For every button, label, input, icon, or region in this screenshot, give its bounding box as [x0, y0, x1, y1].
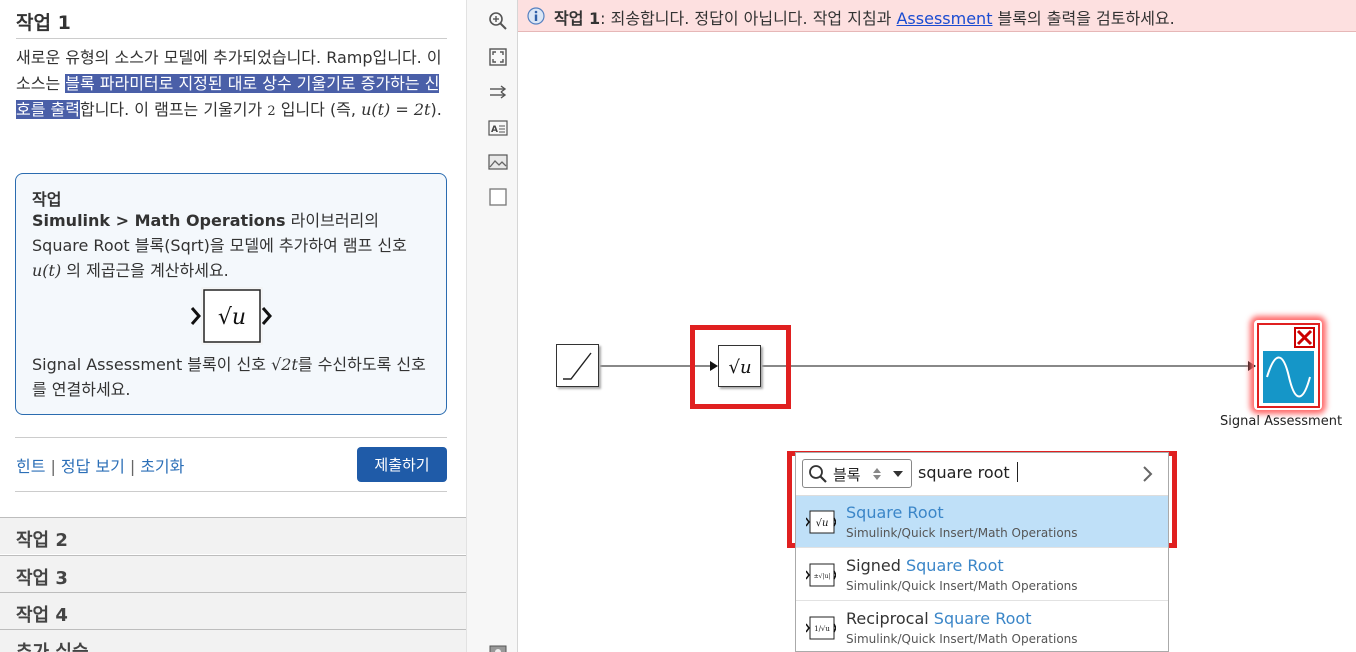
action-links: 힌트 | 정답 보기 | 초기화 [16, 453, 184, 477]
desc-text: ). [430, 100, 442, 119]
fit-to-view-icon[interactable] [488, 47, 508, 67]
library-path: Simulink > Math Operations [32, 211, 286, 230]
task-description: 새로운 유형의 소스가 모델에 추가되었습니다. Ramp입니다. 이 소스는 … [16, 45, 448, 125]
svg-text:√u: √u [816, 518, 829, 529]
chevron-right-icon[interactable] [1142, 465, 1154, 483]
task-box-heading: 작업 [32, 190, 62, 209]
result-name: Reciprocal Square Root [846, 609, 1032, 628]
result-path: Simulink/Quick Insert/Math Operations [846, 632, 1078, 646]
reset-link[interactable]: 초기화 [140, 457, 184, 476]
submit-button[interactable]: 제출하기 [357, 447, 447, 482]
quick-insert-result[interactable]: 1/√u Reciprocal Square Root Simulink/Qui… [796, 602, 1168, 652]
task-text: 의 제곱근을 계산하세요. [61, 261, 229, 280]
signal-assessment-block[interactable] [1257, 323, 1320, 408]
accordion-task-2[interactable]: 작업 2 [0, 517, 466, 554]
result-path: Simulink/Quick Insert/Math Operations [846, 579, 1078, 593]
signal-assessment-label: Signal Assessment [1220, 414, 1343, 429]
show-answer-link[interactable]: 정답 보기 [61, 457, 125, 476]
sqrt-block-icon: √u [806, 510, 836, 534]
signed-sqrt-block-icon: ±√|u| [806, 563, 836, 587]
model-canvas[interactable]: 작업 1: 죄송합니다. 정답이 아닙니다. 작업 지침과 Assessment… [518, 0, 1356, 652]
u-formula: u(t) [32, 261, 62, 280]
annotation-icon[interactable]: A [488, 118, 508, 138]
svg-text:√u: √u [728, 357, 751, 378]
ramp-block[interactable] [556, 344, 599, 387]
zoom-in-icon[interactable] [488, 11, 508, 31]
sqrt-formula: √2t [271, 355, 298, 374]
quick-insert-popup: 블록 square root √u Square Root Simulink/Q… [795, 452, 1169, 652]
task-1-title[interactable]: 작업 1 [16, 8, 71, 35]
svg-text:A: A [491, 125, 498, 135]
search-icon [809, 465, 827, 483]
divider [15, 437, 447, 438]
desc-text: 합니다. 이 램프는 기울기가 [79, 100, 268, 119]
sqrt-block-image: √u [190, 287, 272, 345]
task-box-instructions: Simulink > Math Operations 라이브러리의 Square… [32, 208, 432, 283]
scope-label: 블록 [833, 466, 861, 484]
slope-value: 2 [267, 104, 276, 119]
ramp-formula: u(t) = 2t [361, 100, 431, 119]
area-icon[interactable] [488, 187, 508, 207]
result-name: Square Root [846, 503, 944, 522]
quick-insert-result[interactable]: ±√|u| Signed Square Root Simulink/Quick … [796, 549, 1168, 601]
signal-route-icon[interactable] [488, 82, 508, 102]
sort-icon [873, 468, 881, 480]
task-box-connect: Signal Assessment 블록이 신호 √2t를 수신하도록 신호를 … [32, 352, 432, 402]
accordion-extra-practice[interactable]: 추가 실습 [0, 629, 466, 652]
quick-insert-result[interactable]: √u Square Root Simulink/Quick Insert/Mat… [796, 496, 1168, 548]
chevron-down-icon [893, 471, 903, 477]
separator: | [50, 457, 56, 476]
image-icon[interactable] [488, 152, 508, 172]
result-path: Simulink/Quick Insert/Math Operations [846, 526, 1078, 540]
task-text: Signal Assessment 블록이 신호 [32, 355, 272, 374]
hint-link[interactable]: 힌트 [16, 457, 45, 476]
quick-insert-input[interactable]: square root [918, 463, 1010, 482]
sqrt-glyph: √u [218, 305, 246, 330]
accordion-task-4[interactable]: 작업 4 [0, 592, 466, 629]
task-box: 작업 Simulink > Math Operations 라이브러리의 Squ… [15, 173, 447, 415]
sqrt-icon: √u [728, 357, 751, 378]
separator: | [129, 457, 136, 476]
sine-wave-icon [1263, 327, 1315, 403]
camera-icon[interactable] [488, 640, 508, 652]
scope-dropdown[interactable]: 블록 [802, 459, 912, 488]
svg-text:±√|u|: ±√|u| [814, 573, 831, 580]
divider [16, 38, 447, 39]
sqrt-block[interactable]: √u [718, 345, 761, 387]
accordion-task-3[interactable]: 작업 3 [0, 555, 466, 592]
canvas-toolbar: A [466, 0, 518, 652]
text-cursor [1017, 462, 1018, 482]
divider [15, 491, 447, 492]
desc-text: 입니다 (즉, [275, 100, 362, 119]
instructions-panel: 작업 1 새로운 유형의 소스가 모델에 추가되었습니다. Ramp입니다. 이… [0, 0, 466, 652]
reciprocal-sqrt-block-icon: 1/√u [806, 616, 836, 640]
quick-insert-search: 블록 square root [796, 453, 1168, 496]
ramp-icon [563, 352, 592, 380]
svg-text:1/√u: 1/√u [814, 625, 830, 633]
result-name: Signed Square Root [846, 556, 1004, 575]
